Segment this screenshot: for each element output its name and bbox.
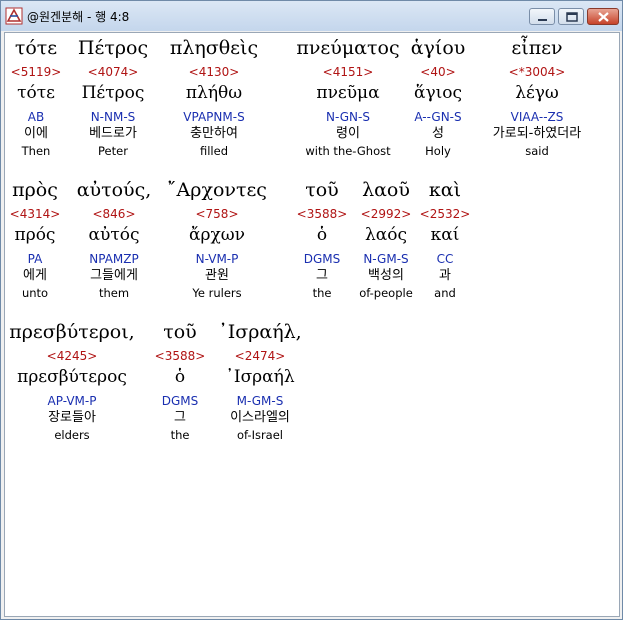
strong-number: <4130> <box>188 65 240 79</box>
lemma: καί <box>430 225 460 245</box>
english-gloss: of-Israel <box>236 428 284 442</box>
strong-number: <*3004> <box>508 65 566 79</box>
english-gloss: and <box>434 286 456 300</box>
window-title: @원겐분해 - 행 4:8 <box>27 10 130 24</box>
greek-word: πλησθεὶς <box>169 37 259 59</box>
parsing-code: CC <box>436 252 454 266</box>
maximize-button[interactable] <box>558 8 584 25</box>
greek-word: ᾿Ισραήλ, <box>218 321 302 343</box>
korean-gloss: 과 <box>439 268 451 283</box>
english-gloss: said <box>525 144 549 158</box>
lemma: πλήθω <box>185 83 243 103</box>
lemma: λέγω <box>515 83 559 103</box>
korean-gloss: 가로되-하였더라 <box>492 126 582 141</box>
word-block[interactable]: καὶ <2532> καί CC 과 and <box>370 177 520 301</box>
maximize-icon <box>566 12 578 22</box>
korean-gloss: 충만하여 <box>190 126 238 141</box>
parsing-code: M-GM-S <box>236 394 284 408</box>
word-block[interactable]: πλησθεὶς <4130> πλήθω VPAPNM-S 충만하여 filled <box>139 35 289 159</box>
minimize-icon <box>538 19 547 21</box>
english-gloss: filled <box>199 144 228 158</box>
greek-word: καὶ <box>428 179 462 201</box>
korean-gloss: 이스라엘의 <box>230 410 290 425</box>
interlinear-view[interactable]: τότε <5119> τότε AB 이에 Then Πέτρος <4074> Πέτρος… <box>4 32 620 617</box>
word-block[interactable]: εἶπεν <*3004> λέγω VIAA--ZS 가로되-하였더라 said <box>462 35 612 159</box>
title-bar[interactable]: @원겐분해 - 행 4:8 <box>1 1 622 31</box>
parsing-code: VIAA--ZS <box>510 110 564 124</box>
bible-app-icon <box>5 7 23 25</box>
minimize-button[interactable] <box>529 8 555 25</box>
close-icon <box>598 12 609 22</box>
close-button[interactable] <box>587 8 619 25</box>
app-window: @원겐분해 - 행 4:8 τότε <5119> τότε AB 이에 Then Πέτρ… <box>0 0 623 620</box>
greek-word: εἶπεν <box>511 37 563 59</box>
lemma: ᾿Ισραήλ <box>225 367 295 387</box>
strong-number: <2532> <box>419 207 471 221</box>
word-block[interactable]: ᾿Ισραήλ, <2474> ᾿Ισραήλ M-GM-S 이스라엘의 of-Israe… <box>185 319 335 443</box>
parsing-code: VPAPNM-S <box>183 110 245 124</box>
strong-number: <2474> <box>234 349 286 363</box>
